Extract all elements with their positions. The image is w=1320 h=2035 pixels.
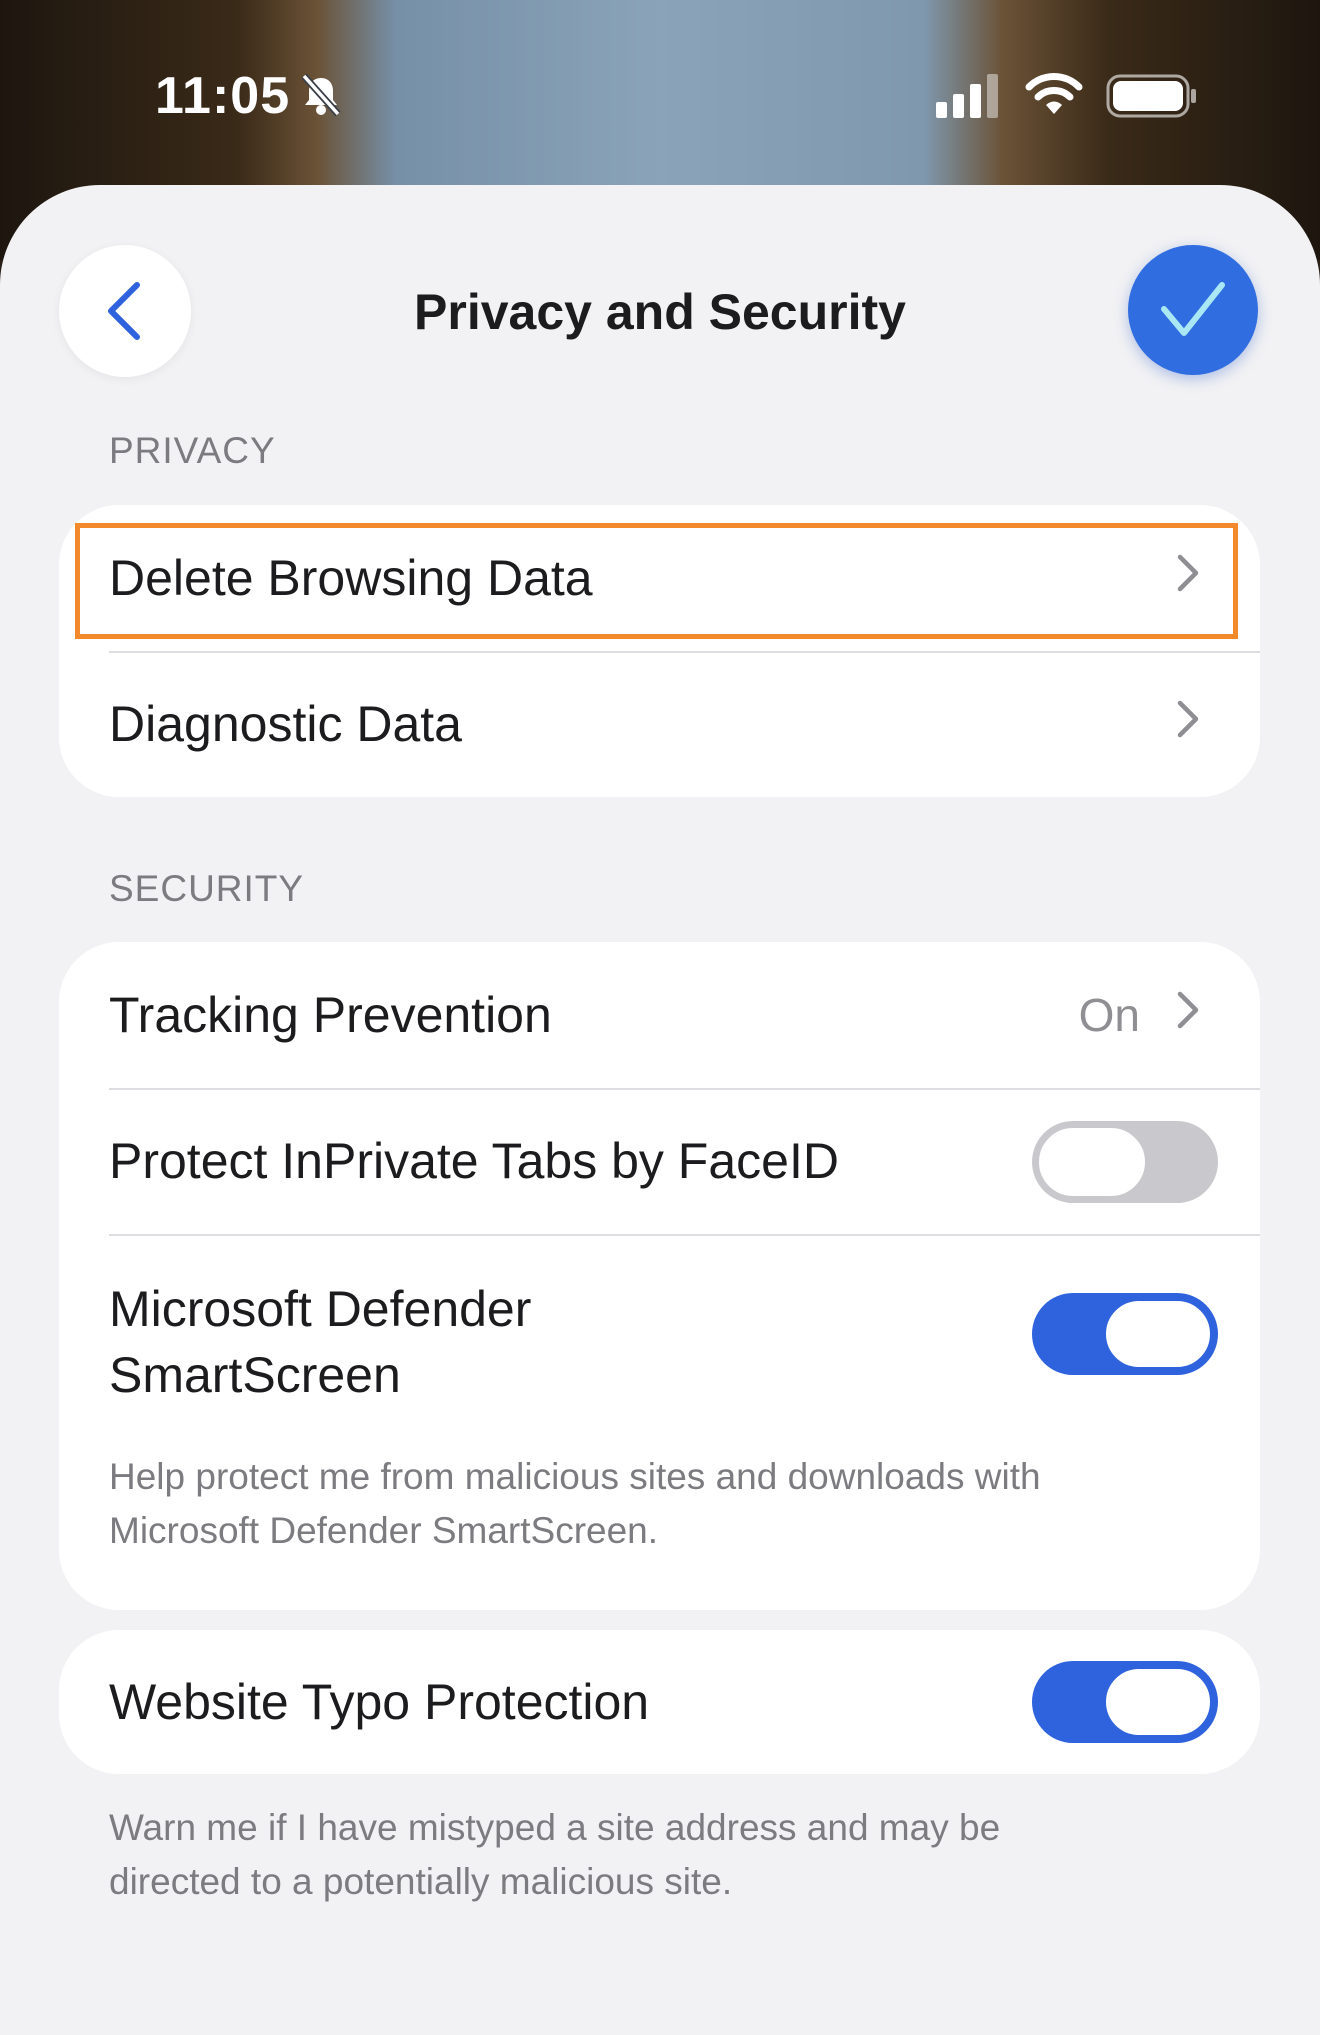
- status-bar: 11:05: [0, 0, 1320, 190]
- smartscreen-label-line2: SmartScreen: [109, 1347, 401, 1403]
- wifi-icon: [1025, 72, 1083, 121]
- typo-protection-row: Website Typo Protection: [59, 1630, 1260, 1774]
- typo-footnote: Warn me if I have mistyped a site addres…: [109, 1801, 1209, 1909]
- smartscreen-toggle[interactable]: [1032, 1293, 1218, 1375]
- done-button[interactable]: [1128, 245, 1258, 375]
- diagnostic-data-label: Diagnostic Data: [109, 696, 462, 752]
- settings-sheet: Privacy and Security PRIVACY Delete Brow…: [0, 185, 1320, 2035]
- typo-protection-card: Website Typo Protection: [59, 1630, 1260, 1774]
- status-time: 11:05: [155, 67, 291, 125]
- chevron-right-icon: [1176, 990, 1200, 1035]
- tracking-prevention-value: On: [1078, 989, 1140, 1041]
- typo-protection-label: Website Typo Protection: [109, 1674, 650, 1730]
- page-title: Privacy and Security: [414, 284, 906, 340]
- chevron-right-icon: [1176, 699, 1200, 744]
- cellular-signal-icon: [936, 74, 1002, 123]
- protect-inprivate-row: Protect InPrivate Tabs by FaceID: [59, 1090, 1260, 1234]
- highlight-box: [75, 523, 1238, 639]
- typo-protection-toggle[interactable]: [1032, 1661, 1218, 1743]
- checkmark-icon: [1161, 282, 1225, 336]
- protect-inprivate-toggle[interactable]: [1032, 1121, 1218, 1203]
- toggle-knob: [1036, 1125, 1148, 1199]
- diagnostic-data-row[interactable]: Diagnostic Data: [59, 653, 1260, 797]
- smartscreen-footnote-line1: Help protect me from malicious sites and…: [109, 1456, 1041, 1497]
- typo-footnote-line2: directed to a potentially malicious site…: [109, 1861, 733, 1902]
- bell-slash-icon: [298, 72, 344, 123]
- typo-footnote-line1: Warn me if I have mistyped a site addres…: [109, 1807, 1001, 1848]
- tracking-prevention-row[interactable]: Tracking Prevention On: [59, 942, 1260, 1088]
- battery-icon: [1106, 74, 1198, 123]
- smartscreen-footnote-line2: Microsoft Defender SmartScreen.: [109, 1510, 659, 1551]
- tracking-prevention-label: Tracking Prevention: [109, 987, 552, 1043]
- smartscreen-footnote: Help protect me from malicious sites and…: [109, 1450, 1209, 1558]
- toggle-knob: [1102, 1297, 1214, 1371]
- protect-inprivate-label: Protect InPrivate Tabs by FaceID: [109, 1133, 839, 1189]
- smartscreen-label-line1: Microsoft Defender: [109, 1281, 532, 1337]
- toggle-knob: [1102, 1665, 1214, 1739]
- security-section-header: SECURITY: [109, 868, 305, 909]
- privacy-section-header: PRIVACY: [109, 430, 276, 471]
